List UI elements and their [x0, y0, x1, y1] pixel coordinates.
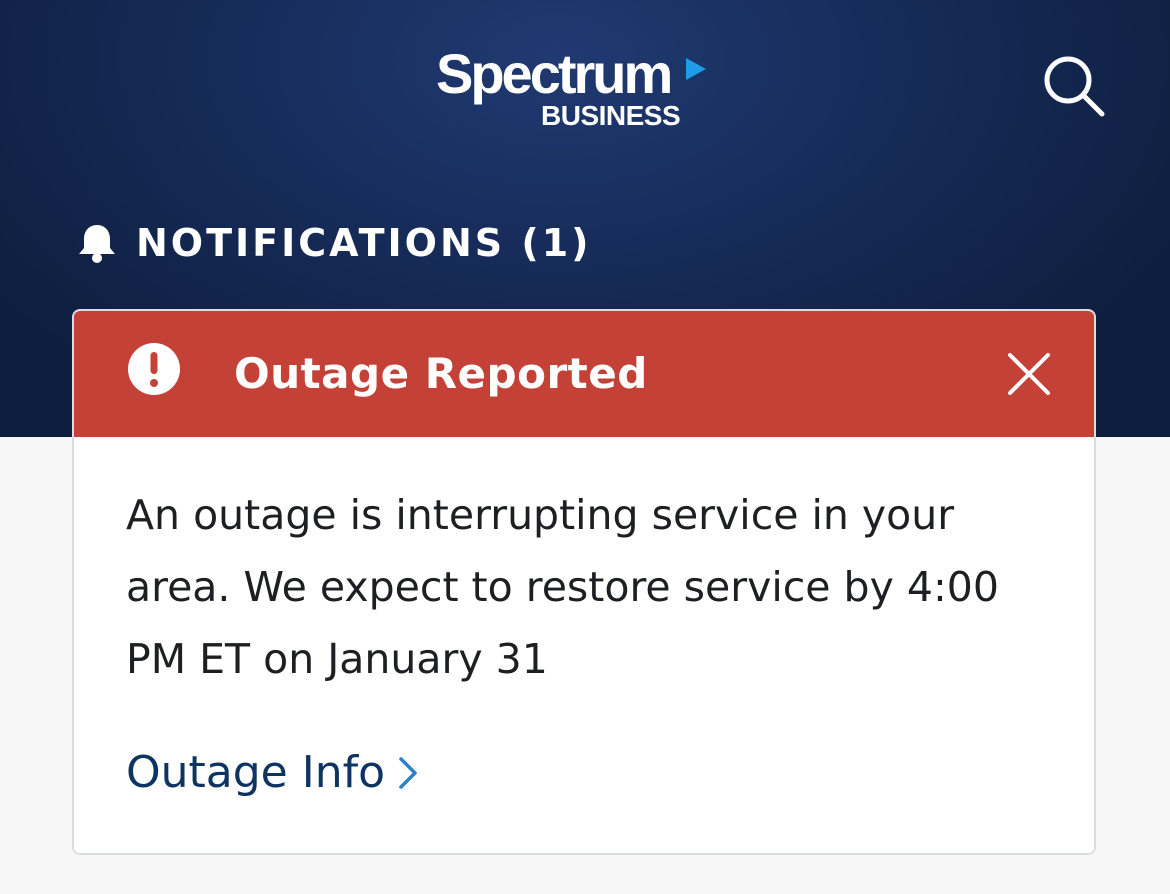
outage-alert-card: Outage Reported An outage is interruptin…	[72, 309, 1096, 855]
search-icon	[1044, 56, 1105, 117]
bell-icon	[79, 225, 115, 263]
page: Spectrum BUSINESS NOTIFICATIONS (1) Outa…	[0, 0, 1170, 894]
search-button[interactable]	[1040, 52, 1106, 118]
spectrum-business-logo[interactable]: Spectrum BUSINESS	[436, 40, 726, 140]
alert-title: Outage Reported	[234, 349, 648, 398]
logo-arrow-icon	[686, 58, 706, 80]
close-icon	[1008, 353, 1050, 395]
outage-info-link[interactable]: Outage Info	[126, 743, 421, 803]
logo-subtitle: BUSINESS	[541, 100, 681, 131]
exclamation-circle-icon	[128, 343, 180, 395]
notifications-label: NOTIFICATIONS (1)	[136, 221, 592, 265]
logo-wordmark: Spectrum	[436, 42, 673, 105]
outage-info-label: Outage Info	[126, 747, 385, 798]
notifications-heading: NOTIFICATIONS (1)	[76, 218, 592, 268]
alert-message: An outage is interrupting service in you…	[126, 491, 999, 683]
alert-card-header: Outage Reported	[74, 311, 1094, 437]
chevron-right-icon	[399, 757, 417, 789]
close-button[interactable]	[1006, 351, 1052, 397]
